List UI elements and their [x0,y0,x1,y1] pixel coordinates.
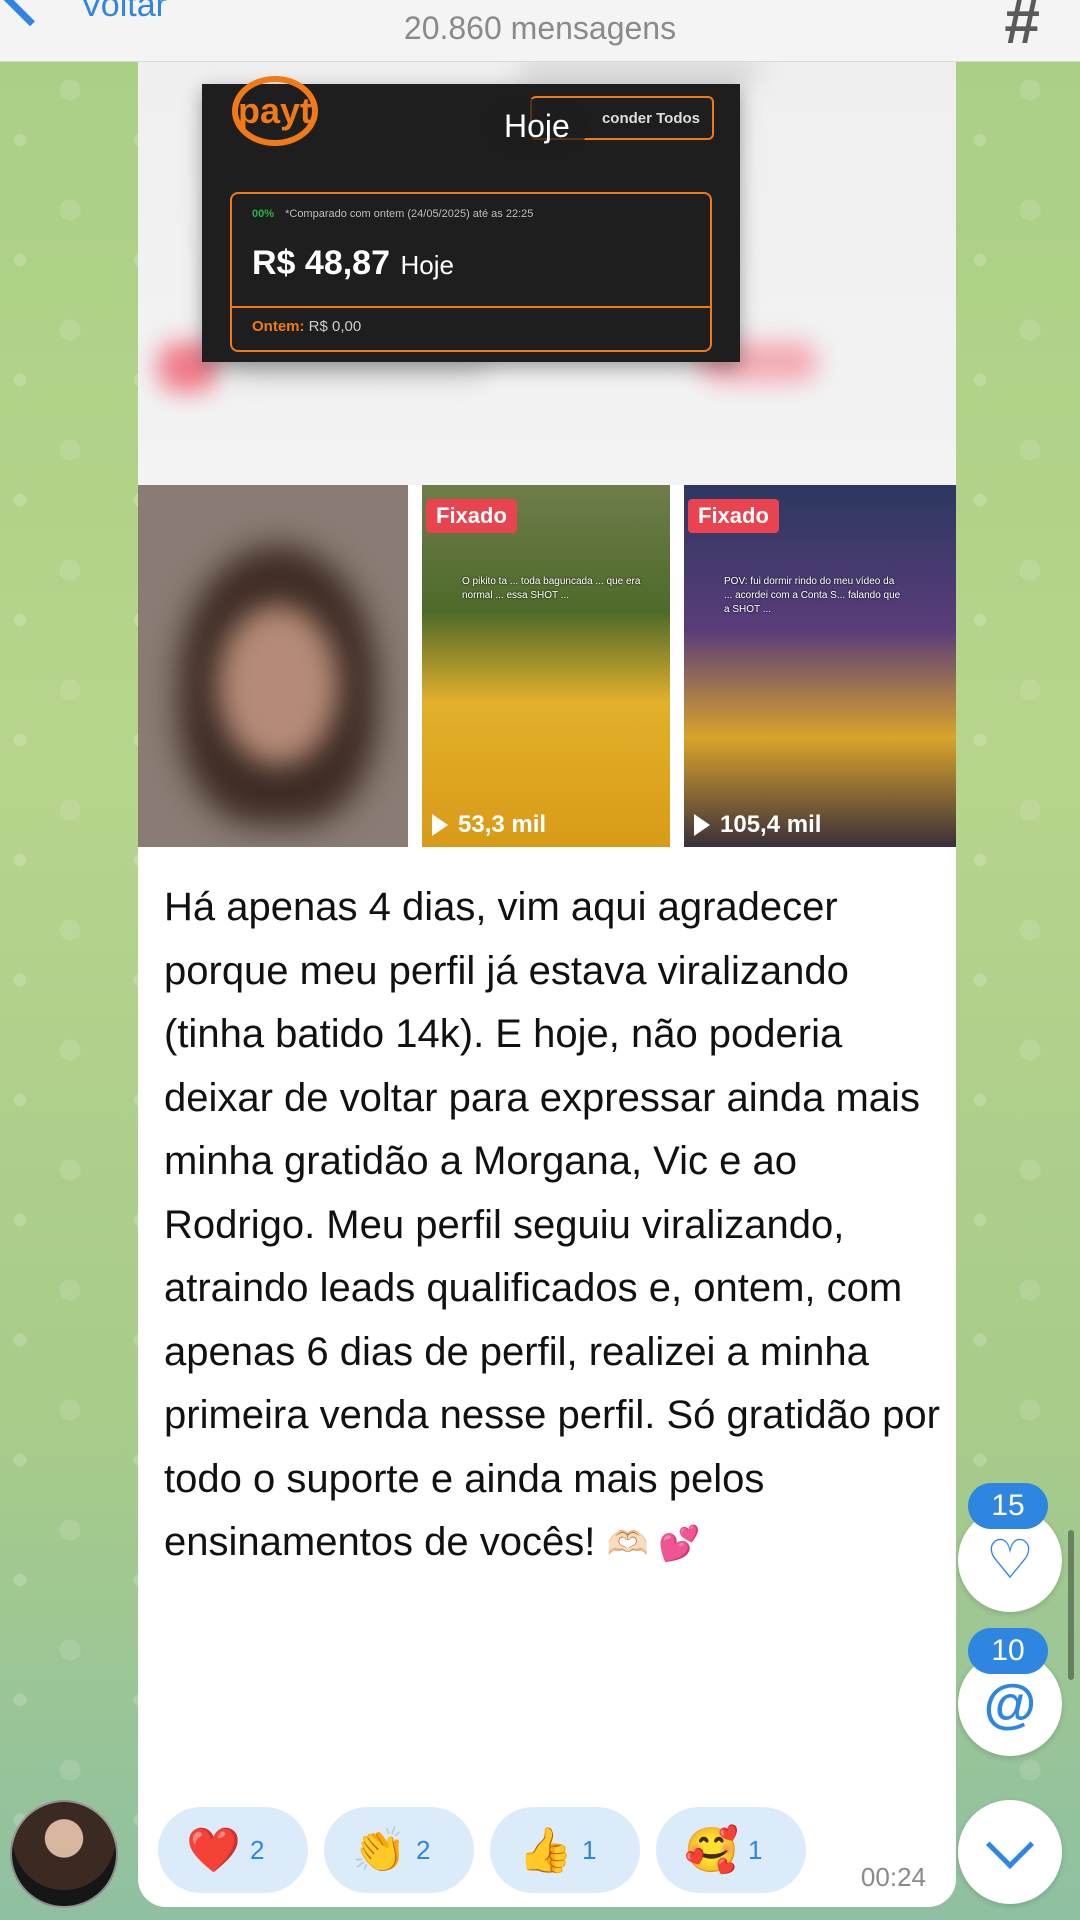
payt-logo: payt [232,76,318,146]
message-emoji: 🫶🏻 💕 [606,1525,701,1563]
hashtag-icon[interactable]: # [1004,0,1040,58]
reaction-clap[interactable]: 👏 2 [324,1807,474,1893]
smiling-hearts-emoji-icon: 🥰 [684,1826,739,1875]
pinned-badge: Fixado [426,499,517,533]
video-thumbnails: Fixado O pikito ta ... toda baguncada ..… [138,485,956,847]
date-pill: Hoje [486,99,588,153]
message-body: Há apenas 4 dias, vim aqui agradecer por… [164,885,940,1564]
play-icon [694,814,710,836]
reaction-heart[interactable]: ❤️ 2 [158,1807,308,1893]
scroll-to-bottom-button[interactable] [958,1800,1062,1904]
reaction-count: 2 [416,1834,431,1865]
yesterday-value: R$ 0,00 [308,318,362,335]
view-count: 105,4 mil [720,811,822,838]
dashboard-screenshot[interactable]: payt conder Todos 00% *Comparado com ont… [138,62,956,485]
message-bubble[interactable]: payt conder Todos 00% *Comparado com ont… [138,62,956,1907]
sender-avatar[interactable] [10,1800,118,1908]
video-thumbnail[interactable]: Fixado POV: fui dormir rindo do meu víde… [684,485,956,847]
thumbs-up-emoji-icon: 👍 [518,1826,573,1875]
chat-header: Voltar 20.860 mensagens # [0,0,1080,62]
play-icon [432,814,448,836]
reaction-count: 2 [250,1834,265,1865]
divider [232,306,710,308]
pinned-badge: Fixado [688,499,779,533]
blurred-header [518,62,758,82]
reaction-love-face[interactable]: 🥰 1 [656,1807,806,1893]
clap-emoji-icon: 👏 [352,1826,407,1875]
heart-emoji-icon: ❤️ [186,1826,241,1875]
mentions-count-badge: 10 [968,1628,1048,1674]
amount-period: Hoje [400,250,454,280]
message-count-title: 20.860 mensagens [403,10,677,46]
reaction-count: 1 [748,1834,763,1865]
heart-outline-icon: ♡ [985,1530,1035,1590]
yesterday-label: Ontem: [252,318,305,335]
sales-stats-box: 00% *Comparado com ontem (24/05/2025) at… [230,192,712,352]
scrollbar[interactable] [1068,1530,1074,1680]
message-timestamp: 00:24 [860,1862,926,1892]
reaction-thumbs-up[interactable]: 👍 1 [490,1807,640,1893]
sales-dashboard-card: payt conder Todos 00% *Comparado com ont… [202,76,740,362]
video-caption: O pikito ta ... toda baguncada ... que e… [462,576,641,601]
video-caption: POV: fui dormir rindo do meu vídeo da ..… [724,576,901,615]
reactions-count-badge: 15 [968,1483,1048,1529]
trend-indicator: 00% [252,208,275,220]
at-sign-icon: @ [983,1674,1037,1734]
message-text: Há apenas 4 dias, vim aqui agradecer por… [164,876,944,1577]
reaction-count: 1 [582,1834,597,1865]
compare-note: *Comparado com ontem (24/05/2025) até as… [285,208,534,220]
blurred-face [218,605,338,765]
chevron-down-icon [985,1820,1035,1870]
video-thumbnail[interactable] [138,485,408,847]
view-count: 53,3 mil [458,811,547,838]
sales-amount: R$ 48,87 [252,244,390,282]
video-thumbnail[interactable]: Fixado O pikito ta ... toda baguncada ..… [422,485,670,847]
